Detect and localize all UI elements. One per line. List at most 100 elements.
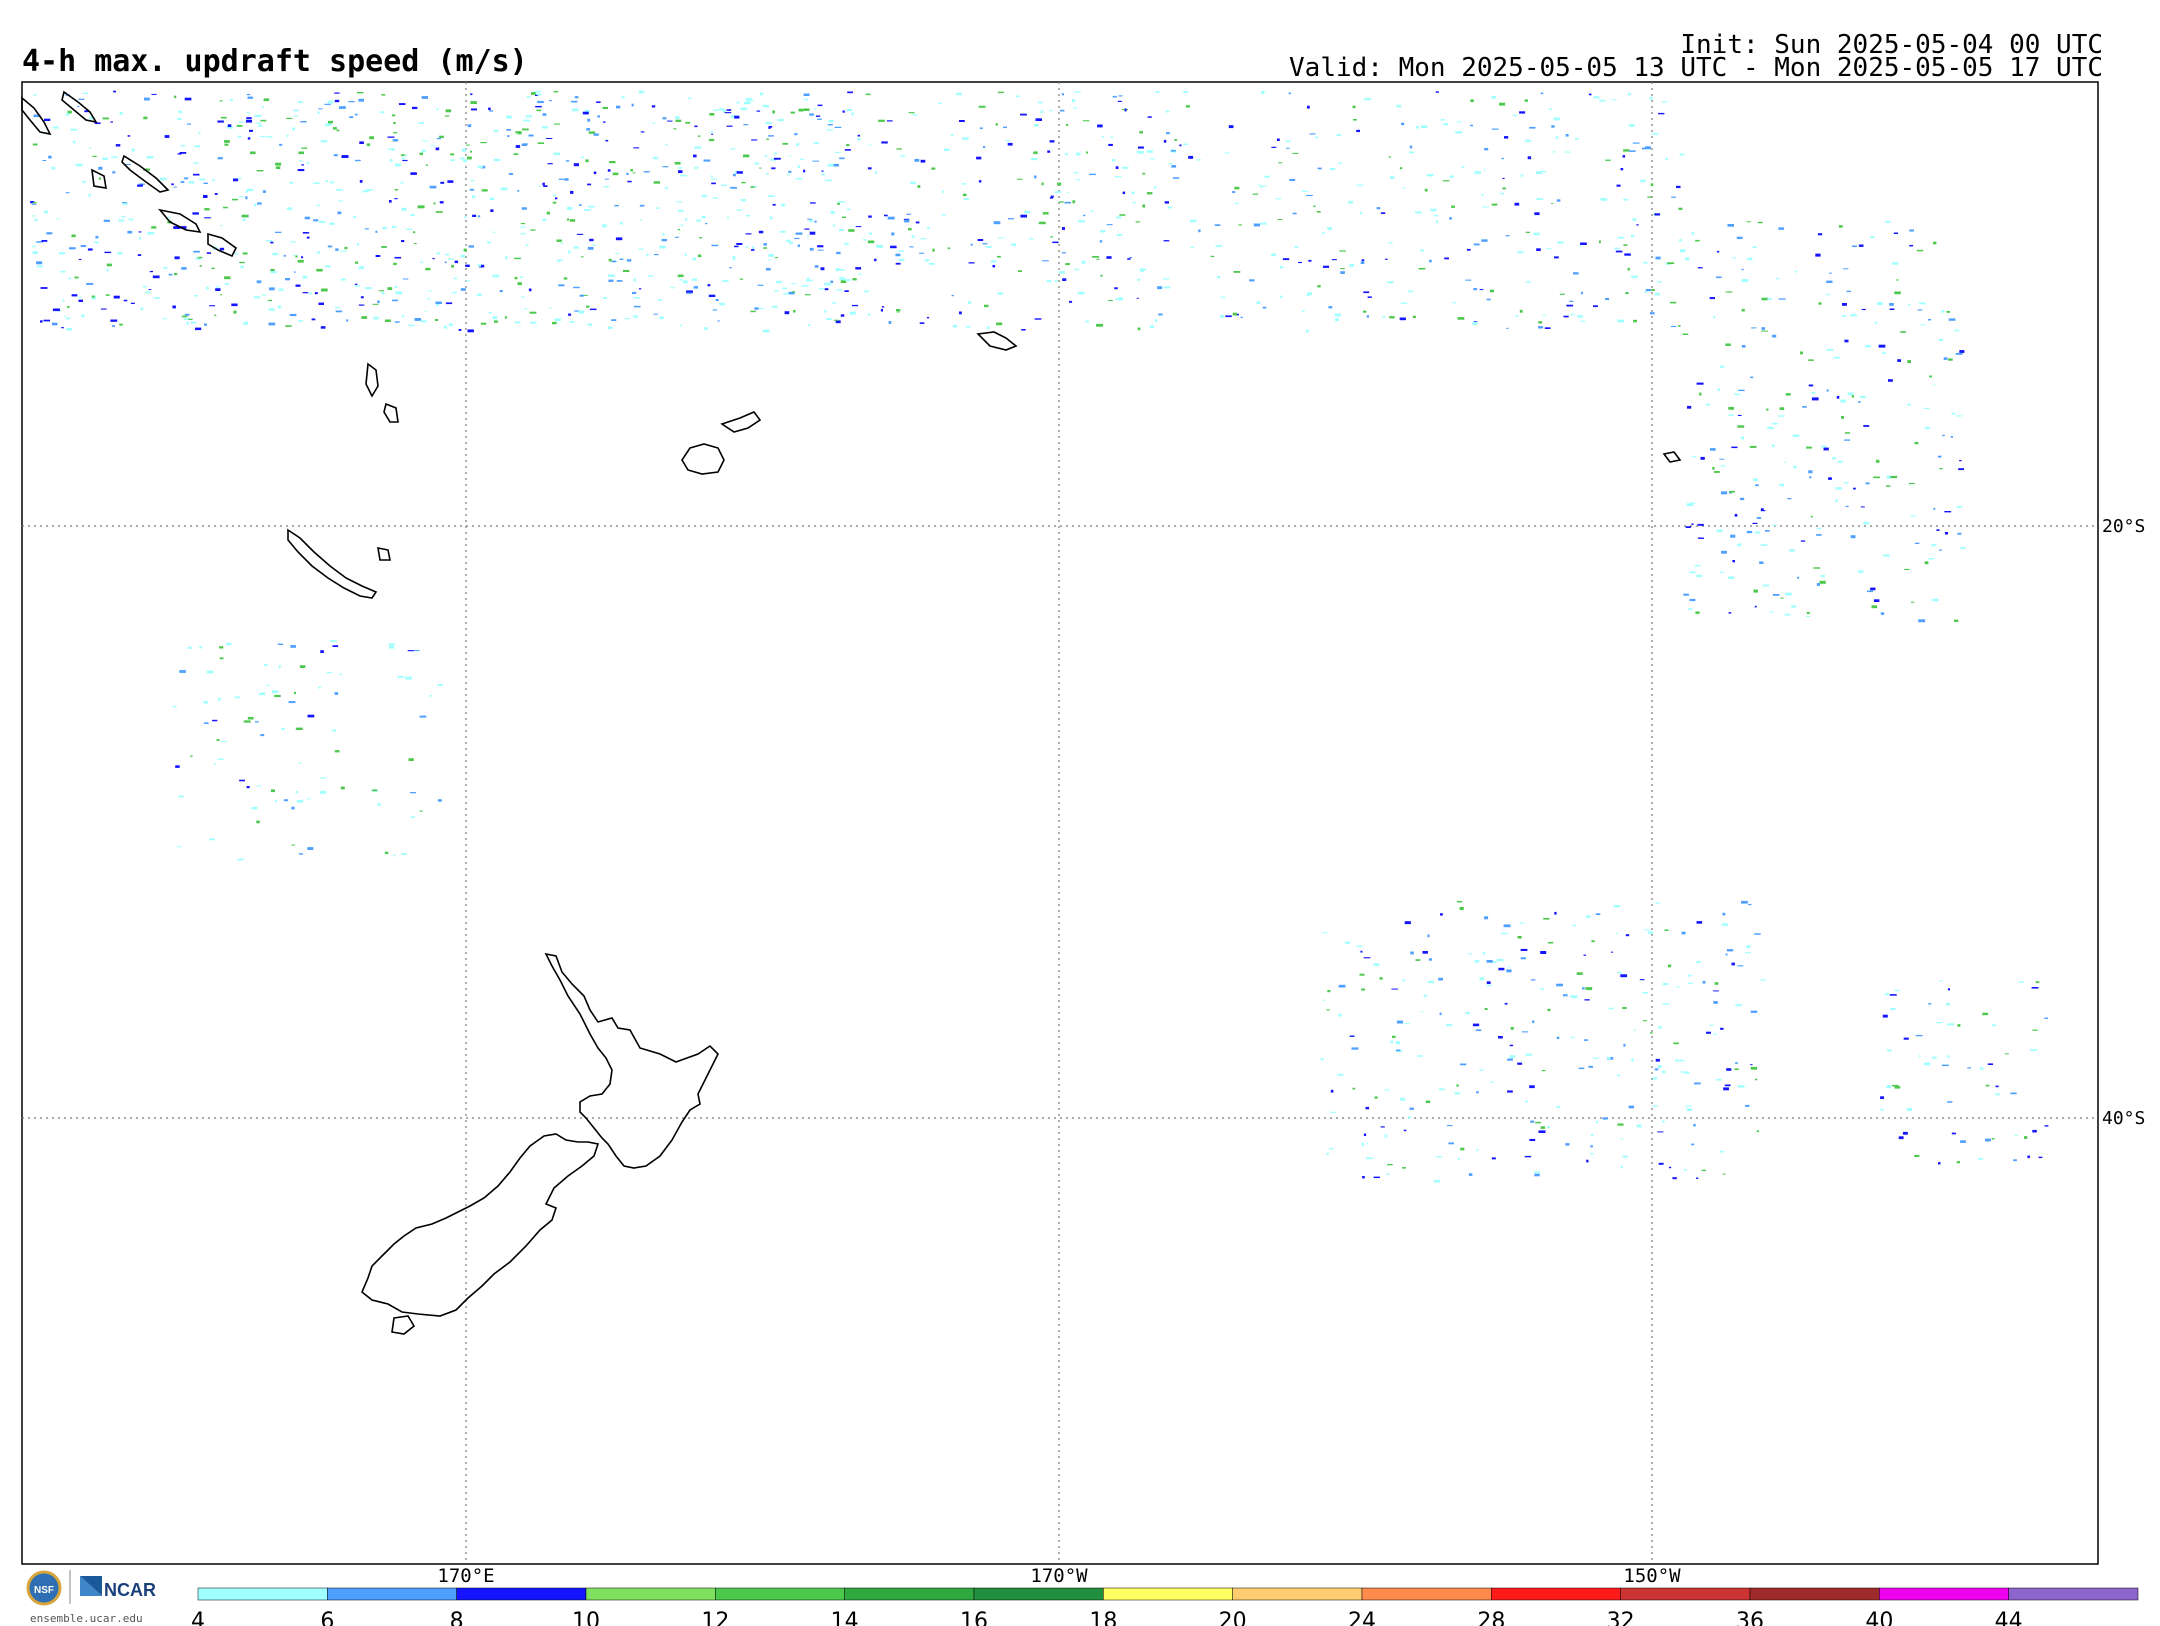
lat-label-20s: 20°S	[2102, 516, 2145, 537]
updraft-cell	[287, 207, 293, 211]
updraft-cell	[603, 121, 606, 123]
updraft-cell	[881, 306, 885, 308]
updraft-cell	[1957, 532, 1962, 535]
updraft-cell	[395, 163, 401, 167]
updraft-cell	[961, 183, 967, 185]
updraft-cell	[679, 174, 687, 177]
updraft-cell	[1947, 1055, 1950, 1058]
updraft-cell	[794, 237, 800, 240]
updraft-cell	[476, 293, 482, 296]
updraft-cell	[1617, 1123, 1624, 1126]
updraft-cell	[1651, 289, 1655, 291]
updraft-cell	[1756, 1130, 1760, 1133]
updraft-cell	[63, 315, 67, 317]
updraft-cell	[199, 178, 206, 181]
updraft-cell	[1693, 1124, 1696, 1127]
updraft-cell	[995, 123, 998, 126]
updraft-cell	[1399, 317, 1406, 321]
ncar-logo	[80, 1576, 102, 1596]
updraft-cell	[1449, 175, 1454, 178]
updraft-cell	[148, 289, 152, 291]
updraft-cell	[272, 690, 279, 694]
updraft-cell	[324, 103, 331, 105]
updraft-cell	[1407, 1116, 1411, 1119]
updraft-cell	[1590, 1145, 1593, 1148]
updraft-cell	[627, 180, 632, 183]
updraft-cell	[1752, 246, 1757, 249]
updraft-cell	[710, 131, 714, 134]
updraft-cell	[1525, 231, 1530, 233]
updraft-cell	[470, 101, 477, 104]
updraft-cell	[299, 665, 306, 668]
updraft-cell	[447, 180, 454, 183]
updraft-cell	[1671, 196, 1676, 198]
updraft-cell	[1714, 982, 1719, 985]
updraft-cell	[75, 163, 83, 167]
updraft-cell	[1815, 253, 1821, 257]
updraft-cell	[340, 278, 346, 281]
updraft-cell	[638, 248, 644, 250]
updraft-cell	[406, 228, 413, 230]
updraft-cell	[1623, 244, 1628, 246]
updraft-cell	[1628, 124, 1635, 127]
updraft-cell	[680, 224, 683, 227]
updraft-cell	[1737, 1085, 1745, 1088]
updraft-cell	[1627, 93, 1631, 96]
updraft-cell	[242, 252, 248, 255]
updraft-cell	[410, 214, 415, 216]
updraft-cell	[1163, 278, 1170, 280]
updraft-cell	[745, 98, 752, 100]
updraft-cell	[233, 178, 239, 182]
updraft-cell	[127, 230, 133, 234]
updraft-cell	[1943, 357, 1948, 360]
updraft-cell	[1115, 298, 1123, 301]
updraft-cell	[790, 111, 795, 114]
updraft-cell	[1008, 218, 1014, 220]
updraft-cell	[750, 310, 756, 313]
updraft-cell	[536, 109, 542, 112]
updraft-cell	[1116, 234, 1123, 236]
updraft-cell	[1536, 248, 1541, 251]
updraft-cell	[1298, 261, 1302, 264]
updraft-cell	[1058, 201, 1064, 203]
updraft-cell	[295, 791, 299, 794]
updraft-cell	[727, 216, 729, 219]
updraft-cell	[833, 163, 839, 167]
updraft-cell	[428, 290, 432, 292]
updraft-cell	[311, 318, 316, 321]
updraft-cell	[926, 317, 930, 319]
updraft-cell	[1863, 425, 1870, 427]
updraft-cell	[318, 108, 323, 110]
updraft-cell	[365, 189, 373, 191]
updraft-cell	[1892, 262, 1899, 265]
updraft-cell	[292, 127, 295, 131]
updraft-cell	[103, 219, 110, 222]
updraft-cell	[320, 326, 326, 329]
updraft-cell	[924, 259, 930, 262]
updraft-cell	[1352, 1087, 1356, 1090]
updraft-cell	[332, 127, 337, 130]
updraft-cell	[1843, 268, 1849, 270]
updraft-cell	[1551, 203, 1554, 204]
updraft-cell	[1700, 456, 1705, 460]
updraft-cell	[247, 188, 254, 192]
updraft-cell	[827, 124, 833, 126]
updraft-cell	[740, 107, 748, 110]
updraft-cell	[171, 183, 174, 186]
updraft-cell	[679, 278, 682, 281]
updraft-cell	[1110, 136, 1113, 139]
updraft-cell	[1064, 201, 1071, 204]
updraft-cell	[98, 177, 101, 180]
updraft-cell	[1755, 1078, 1758, 1081]
updraft-cell	[611, 319, 617, 321]
updraft-cell	[320, 777, 326, 779]
updraft-cell	[1734, 1068, 1739, 1070]
updraft-cell	[751, 139, 758, 141]
updraft-cell	[1726, 949, 1734, 952]
updraft-cell	[1769, 611, 1774, 613]
updraft-cell	[787, 174, 790, 176]
updraft-cell	[1569, 300, 1574, 302]
updraft-cell	[1525, 139, 1532, 142]
updraft-cell	[675, 236, 679, 238]
updraft-cell	[193, 295, 198, 297]
